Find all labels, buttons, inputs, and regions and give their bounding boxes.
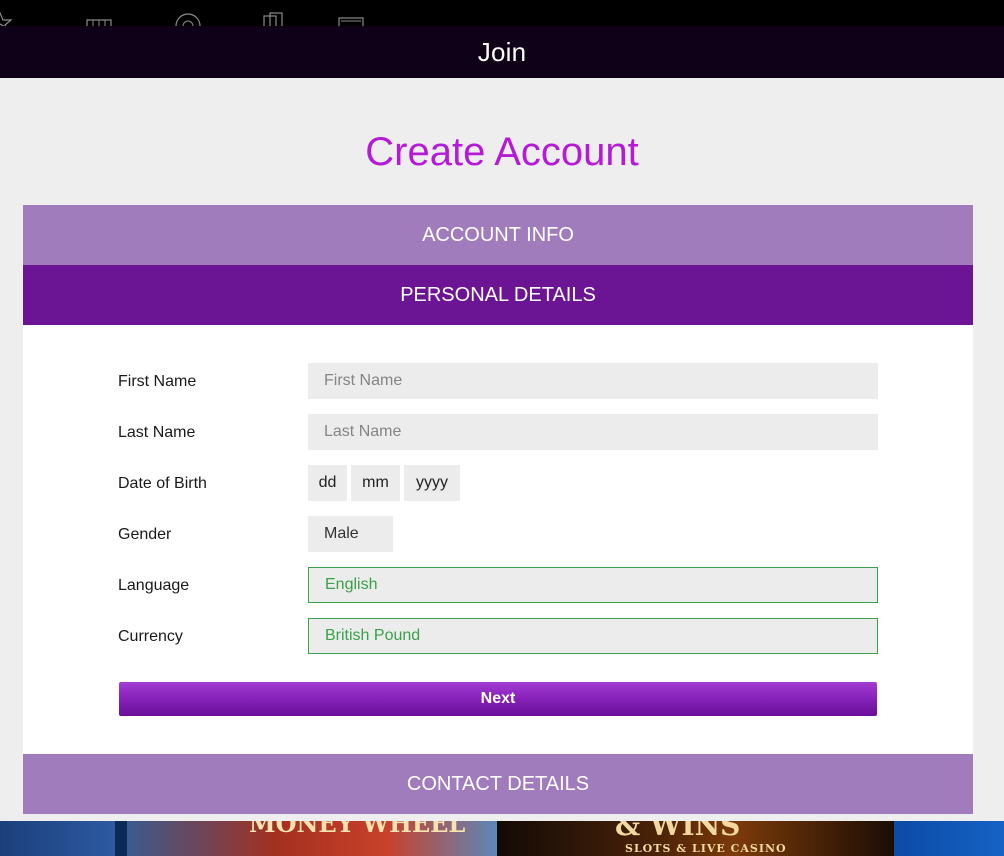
game-tile[interactable] [0,821,115,856]
language-label: Language [118,577,190,594]
game-tile[interactable] [894,821,1004,856]
game-tile-title: & WINS [615,821,741,842]
gender-select[interactable]: Male [308,516,393,552]
currency-row: Currency British Pound [118,618,878,654]
join-header: Join [0,26,1004,78]
gender-row: Gender Male [118,516,878,552]
section-personal-details-label: PERSONAL DETAILS [400,283,596,306]
next-button[interactable]: Next [119,682,877,716]
dob-label: Date of Birth [118,475,207,492]
language-row: Language English [118,567,878,603]
dob-year-select[interactable]: yyyy [404,465,460,501]
first-name-input[interactable]: First Name [308,363,878,399]
create-account-modal: Create Account ACCOUNT INFO PERSONAL DET… [0,78,1004,821]
currency-label: Currency [118,628,183,645]
currency-select[interactable]: British Pound [308,618,878,654]
first-name-row: First Name First Name [118,363,878,399]
game-tile-subtitle: SLOTS & LIVE CASINO [625,842,787,855]
page-title: Create Account [365,130,639,174]
last-name-input[interactable]: Last Name [308,414,878,450]
game-banner-strip: MONEY WHEEL & WINS SLOTS & LIVE CASINO [0,821,1004,856]
game-tile-slots[interactable]: & WINS SLOTS & LIVE CASINO [497,821,894,856]
dob-day-select[interactable]: dd [308,465,347,501]
section-contact-details-label: CONTACT DETAILS [406,772,590,795]
first-name-label: First Name [118,373,197,390]
section-account-info[interactable]: ACCOUNT INFO [23,205,973,265]
section-account-info-label: ACCOUNT INFO [422,223,574,246]
game-tile-money-wheel[interactable]: MONEY WHEEL [127,821,497,856]
last-name-row: Last Name Last Name [118,414,878,450]
game-tile-title: MONEY WHEEL [249,821,466,838]
section-contact-details[interactable]: CONTACT DETAILS [23,754,973,814]
join-title: Join [477,36,527,67]
top-nav-strip [0,0,1004,39]
last-name-label: Last Name [118,424,196,441]
language-select[interactable]: English [308,567,878,603]
dob-month-select[interactable]: mm [351,465,400,501]
section-personal-details[interactable]: PERSONAL DETAILS [23,265,973,325]
gender-label: Gender [118,526,172,543]
dob-row: Date of Birth dd mm yyyy [118,465,878,501]
personal-details-form: First Name First Name Last Name Last Nam… [23,325,973,754]
